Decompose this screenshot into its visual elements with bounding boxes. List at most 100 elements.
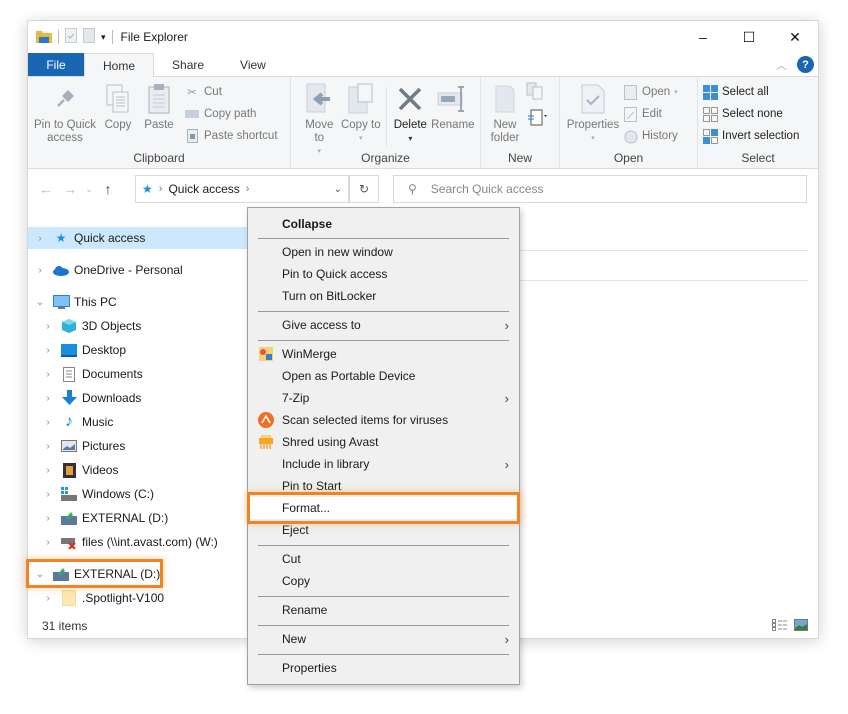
submenu-arrow-icon: › xyxy=(504,390,509,406)
rename-icon xyxy=(437,81,469,117)
group-label-open: Open xyxy=(613,151,644,165)
folder-icon xyxy=(60,590,78,606)
open-button[interactable]: Open ▾ xyxy=(622,83,678,101)
tree-item-pictures[interactable]: › Pictures xyxy=(28,435,248,457)
menu-item-collapse[interactable]: Collapse xyxy=(248,213,519,235)
collapse-chevron-icon[interactable]: ⌄ xyxy=(34,297,46,308)
copy-icon xyxy=(102,81,134,117)
menu-item-7zip[interactable]: 7-Zip › xyxy=(248,387,519,409)
tab-view[interactable]: View xyxy=(222,53,284,76)
tree-item-this-pc[interactable]: ⌄ This PC xyxy=(28,291,248,313)
dropdown-arrow-icon: ▾ xyxy=(359,135,363,142)
expand-chevron-icon[interactable]: › xyxy=(42,593,54,604)
music-icon: ♪ xyxy=(65,413,73,430)
tree-item-external-d[interactable]: › EXTERNAL (D:) xyxy=(28,507,248,529)
tree-item-network-drive-w[interactable]: › files (\\int.avast.com) (W:) xyxy=(28,531,248,553)
tree-item-downloads[interactable]: › Downloads xyxy=(28,387,248,409)
expand-chevron-icon[interactable]: › xyxy=(42,393,54,404)
winmerge-icon xyxy=(258,346,274,362)
tab-home[interactable]: Home xyxy=(84,53,155,77)
item-count: 31 items xyxy=(42,619,88,633)
new-item-icon[interactable] xyxy=(525,81,549,104)
tree-item-documents[interactable]: › Documents xyxy=(28,363,248,385)
menu-item-cut[interactable]: Cut xyxy=(248,548,519,570)
menu-item-scan-for-viruses[interactable]: Scan selected items for viruses xyxy=(248,409,519,431)
breadcrumb-chevron-icon[interactable]: › xyxy=(246,183,250,195)
large-icons-view-icon[interactable] xyxy=(794,618,808,634)
menu-item-open-as-portable-device[interactable]: Open as Portable Device xyxy=(248,365,519,387)
menu-item-winmerge[interactable]: WinMerge xyxy=(248,343,519,365)
menu-item-open-in-new-window[interactable]: Open in new window xyxy=(248,241,519,263)
tree-item-windows-c[interactable]: › Windows (C:) xyxy=(28,483,248,505)
expand-chevron-icon[interactable]: › xyxy=(34,233,46,244)
minimize-button[interactable]: – xyxy=(680,21,726,53)
window-title: File Explorer xyxy=(120,30,188,44)
back-arrow-icon[interactable]: ← xyxy=(34,181,58,197)
menu-item-shred-using-avast[interactable]: Shred using Avast xyxy=(248,431,519,453)
tree-item-3d-objects[interactable]: › 3D Objects xyxy=(28,315,248,337)
expand-chevron-icon[interactable]: › xyxy=(34,265,46,276)
history-button[interactable]: History xyxy=(622,127,678,145)
menu-item-turn-on-bitlocker[interactable]: Turn on BitLocker xyxy=(248,285,519,307)
refresh-button[interactable]: ↻ xyxy=(349,175,379,203)
menu-item-rename[interactable]: Rename xyxy=(248,599,519,621)
menu-item-include-in-library[interactable]: Include in library › xyxy=(248,453,519,475)
download-icon xyxy=(60,390,78,406)
recent-locations-icon[interactable]: ⌄ xyxy=(82,184,96,195)
tree-item-spotlight-folder[interactable]: › .Spotlight-V100 xyxy=(28,587,248,609)
menu-item-properties[interactable]: Properties xyxy=(248,657,519,679)
menu-item-pin-to-quick-access[interactable]: Pin to Quick access xyxy=(248,263,519,285)
invert-selection-button[interactable]: Invert selection xyxy=(702,127,799,145)
close-button[interactable]: ✕ xyxy=(772,21,818,53)
ribbon-tabs: File Home Share View ︿ ? xyxy=(28,53,818,77)
copy-to-icon xyxy=(345,81,377,117)
breadcrumb-chevron-icon: › xyxy=(158,183,163,195)
up-arrow-icon[interactable]: ↑ xyxy=(96,181,120,197)
paste-shortcut-button[interactable]: Paste shortcut xyxy=(184,127,278,145)
tab-file[interactable]: File xyxy=(28,53,84,76)
menu-item-new[interactable]: New › xyxy=(248,628,519,650)
expand-chevron-icon[interactable]: › xyxy=(42,537,54,548)
copy-path-button[interactable]: Copy path xyxy=(184,105,278,123)
expand-chevron-icon[interactable]: › xyxy=(42,345,54,356)
menu-item-give-access-to[interactable]: Give access to › xyxy=(248,314,519,336)
expand-chevron-icon[interactable]: › xyxy=(42,417,54,428)
customize-qat-icon[interactable]: ▾ xyxy=(101,32,106,43)
expand-chevron-icon[interactable]: › xyxy=(42,465,54,476)
collapse-ribbon-icon[interactable]: ︿ xyxy=(776,57,787,73)
details-view-icon[interactable] xyxy=(772,618,788,634)
select-all-button[interactable]: Select all xyxy=(702,83,799,101)
help-button[interactable]: ? xyxy=(797,56,814,73)
expand-chevron-icon[interactable]: › xyxy=(42,489,54,500)
expand-chevron-icon[interactable]: › xyxy=(42,513,54,524)
expand-chevron-icon[interactable]: › xyxy=(42,441,54,452)
properties-qat-icon[interactable] xyxy=(65,28,77,46)
title-bar: ▾ File Explorer – ☐ ✕ xyxy=(28,21,818,53)
new-folder-qat-icon[interactable] xyxy=(83,28,95,46)
menu-item-copy[interactable]: Copy xyxy=(248,570,519,592)
easy-access-icon[interactable] xyxy=(525,108,549,131)
tab-share[interactable]: Share xyxy=(154,53,222,76)
divider xyxy=(386,87,388,146)
expand-chevron-icon[interactable]: › xyxy=(42,369,54,380)
tree-item-music[interactable]: › ♪ Music xyxy=(28,411,248,433)
edit-button[interactable]: Edit xyxy=(622,105,678,123)
paste-icon xyxy=(143,81,175,117)
expand-chevron-icon[interactable]: › xyxy=(42,321,54,332)
divider xyxy=(520,250,808,251)
address-bar[interactable]: ★ › Quick access › ⌄ xyxy=(135,175,349,203)
pin-icon xyxy=(49,81,81,117)
cut-button[interactable]: ✂ Cut xyxy=(184,83,278,101)
tree-item-onedrive[interactable]: › OneDrive - Personal xyxy=(28,259,248,281)
tree-item-quick-access[interactable]: › ★ Quick access xyxy=(28,227,248,249)
forward-arrow-icon[interactable]: → xyxy=(58,181,82,197)
open-icon xyxy=(622,84,638,100)
picture-icon xyxy=(60,438,78,454)
address-dropdown-icon[interactable]: ⌄ xyxy=(334,184,342,195)
tree-item-desktop[interactable]: › Desktop xyxy=(28,339,248,361)
tree-item-videos[interactable]: › Videos xyxy=(28,459,248,481)
select-none-button[interactable]: Select none xyxy=(702,105,799,123)
maximize-button[interactable]: ☐ xyxy=(726,21,772,53)
search-box[interactable]: ⚲ Search Quick access xyxy=(393,175,807,203)
breadcrumb-quick-access[interactable]: Quick access xyxy=(168,182,239,196)
